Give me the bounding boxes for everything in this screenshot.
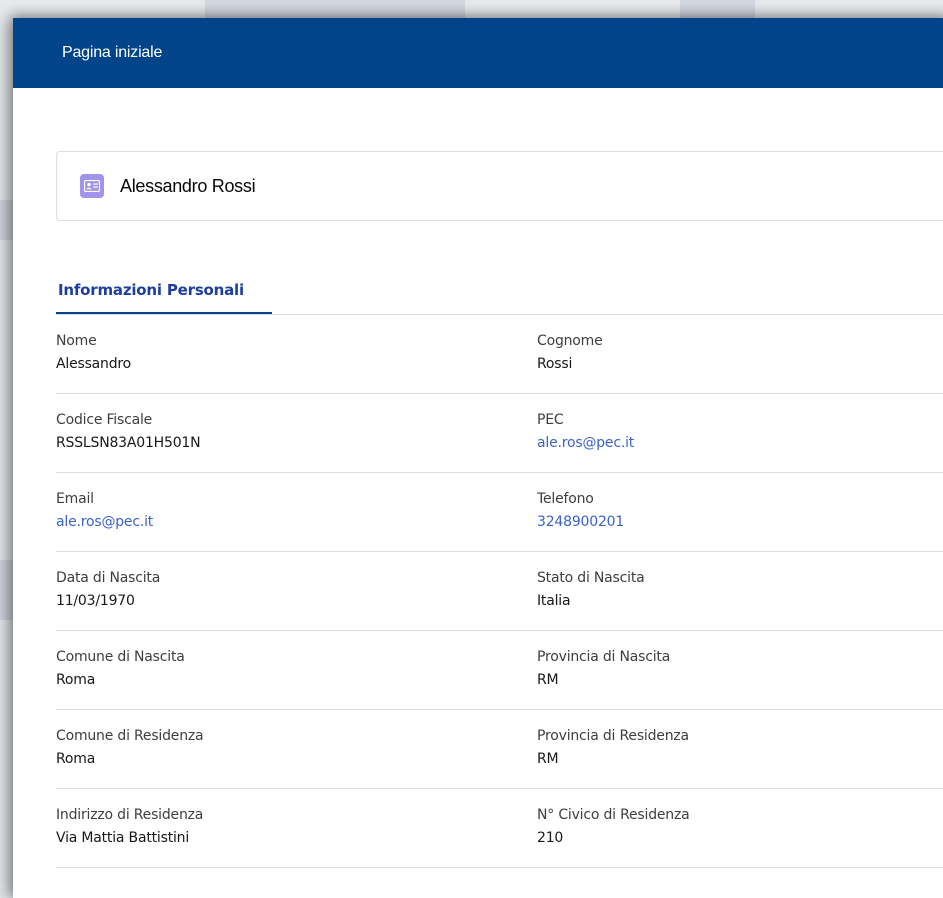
field-nome: Nome Alessandro — [56, 315, 537, 393]
field-cognome: Cognome Rossi — [537, 315, 943, 393]
field-value: Roma — [56, 672, 96, 688]
field-row: Email ale.ros@pec.it Telefono 3248900201 — [56, 473, 943, 552]
background-block — [205, 0, 465, 18]
field-row: Comune di Residenza Roma Provincia di Re… — [56, 710, 943, 789]
field-label: Email — [56, 491, 94, 507]
field-label: Data di Nascita — [56, 570, 161, 586]
app-window: Pagina iniziale Alessandro Rossi Informa… — [13, 18, 943, 898]
field-data-di-nascita: Data di Nascita 11/03/1970 — [56, 552, 537, 630]
record-content: Alessandro Rossi Informazioni Personali … — [56, 151, 943, 868]
field-label: Provincia di Nascita — [537, 649, 671, 665]
field-comune-di-residenza: Comune di Residenza Roma — [56, 710, 537, 788]
field-value: 11/03/1970 — [56, 593, 135, 609]
field-label: Comune di Nascita — [56, 649, 185, 665]
field-comune-di-nascita: Comune di Nascita Roma — [56, 631, 537, 709]
field-label: Indirizzo di Residenza — [56, 807, 204, 823]
field-row: Comune di Nascita Roma Provincia di Nasc… — [56, 631, 943, 710]
field-value: Via Mattia Battistini — [56, 830, 190, 846]
tab-bar: Informazioni Personali — [56, 269, 943, 315]
background-block — [0, 560, 13, 620]
field-email: Email ale.ros@pec.it — [56, 473, 537, 551]
field-provincia-di-nascita: Provincia di Nascita RM — [537, 631, 943, 709]
tab-label: Informazioni Personali — [58, 281, 244, 299]
field-indirizzo-di-residenza: Indirizzo di Residenza Via Mattia Battis… — [56, 789, 537, 867]
tab-informazioni-personali[interactable]: Informazioni Personali — [56, 269, 272, 314]
field-label: Comune di Residenza — [56, 728, 204, 744]
field-value: Italia — [537, 593, 571, 609]
field-row: Indirizzo di Residenza Via Mattia Battis… — [56, 789, 943, 868]
top-navigation-bar: Pagina iniziale — [13, 18, 943, 88]
field-label: PEC — [537, 412, 564, 428]
field-value: Alessandro — [56, 356, 132, 372]
field-value: RSSLSN83A01H501N — [56, 435, 201, 451]
field-value: Rossi — [537, 356, 573, 372]
phone-link[interactable]: 3248900201 — [537, 514, 943, 530]
record-name: Alessandro Rossi — [120, 175, 256, 196]
field-value: Roma — [56, 751, 96, 767]
field-row: Data di Nascita 11/03/1970 Stato di Nasc… — [56, 552, 943, 631]
contact-card-icon — [80, 174, 104, 198]
field-label: Provincia di Residenza — [537, 728, 689, 744]
field-label: Codice Fiscale — [56, 412, 153, 428]
field-telefono: Telefono 3248900201 — [537, 473, 943, 551]
field-label: Telefono — [537, 491, 594, 507]
field-value: 210 — [537, 830, 564, 846]
field-row: Nome Alessandro Cognome Rossi — [56, 315, 943, 394]
email-link[interactable]: ale.ros@pec.it — [56, 514, 537, 530]
field-label: Cognome — [537, 333, 603, 349]
personal-info-fields: Nome Alessandro Cognome Rossi Codice Fis… — [56, 315, 943, 868]
field-stato-di-nascita: Stato di Nascita Italia — [537, 552, 943, 630]
background-block — [680, 0, 755, 18]
field-label: Nome — [56, 333, 97, 349]
field-pec: PEC ale.ros@pec.it — [537, 394, 943, 472]
field-row: Codice Fiscale RSSLSN83A01H501N PEC ale.… — [56, 394, 943, 473]
pec-link[interactable]: ale.ros@pec.it — [537, 435, 943, 451]
field-civico-di-residenza: N° Civico di Residenza 210 — [537, 789, 943, 867]
home-tab-title[interactable]: Pagina iniziale — [62, 44, 162, 62]
field-provincia-di-residenza: Provincia di Residenza RM — [537, 710, 943, 788]
record-header-card: Alessandro Rossi — [56, 151, 943, 221]
field-label: Stato di Nascita — [537, 570, 645, 586]
field-codice-fiscale: Codice Fiscale RSSLSN83A01H501N — [56, 394, 537, 472]
field-value: RM — [537, 672, 559, 688]
field-label: N° Civico di Residenza — [537, 807, 690, 823]
contact-card-icon-glyph — [84, 180, 100, 192]
field-value: RM — [537, 751, 559, 767]
background-block — [0, 200, 13, 240]
